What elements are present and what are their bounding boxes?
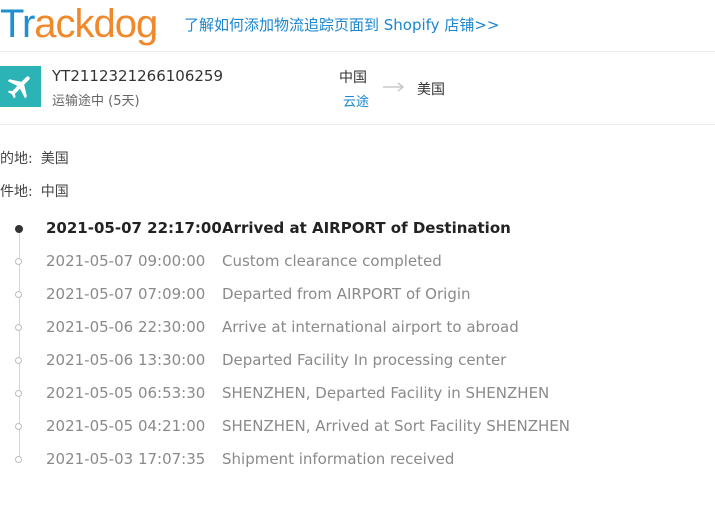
event-description: SHENZHEN, Arrived at Sort Facility SHENZ… xyxy=(222,417,571,435)
origin-label: 发件地: xyxy=(0,184,33,200)
timeline-event: 2021-05-07 22:17:00 Arrived at AIRPORT o… xyxy=(0,212,715,245)
event-time: 2021-05-05 04:21:00 xyxy=(46,417,206,435)
plane-icon xyxy=(0,66,41,107)
destination-country: 美国 xyxy=(417,82,445,98)
shipment-summary: YT2112321266106259 运输途中 (5天) 中国 云途 美国 xyxy=(0,52,715,125)
destination-label: 目的地: xyxy=(0,151,33,167)
trackdog-logo[interactable]: Trackdog xyxy=(0,2,158,46)
timeline-dot xyxy=(15,390,22,397)
timeline-dot xyxy=(15,291,22,298)
timeline-dot xyxy=(15,357,22,364)
event-time: 2021-05-07 22:17:00 xyxy=(46,219,222,237)
event-time: 2021-05-07 09:00:00 xyxy=(46,252,206,270)
timeline-event: 2021-05-07 07:09:00 Departed from AIRPOR… xyxy=(0,278,715,311)
destination-row: 目的地: 美国 xyxy=(0,148,69,168)
event-description: Arrive at international airport to abroa… xyxy=(222,318,519,336)
timeline-dot xyxy=(15,324,22,331)
timeline-dot xyxy=(15,456,22,463)
event-description: Shipment information received xyxy=(222,450,455,468)
event-time: 2021-05-06 13:30:00 xyxy=(46,351,206,369)
event-description: Departed from AIRPORT of Origin xyxy=(222,285,471,303)
event-time: 2021-05-03 17:07:35 xyxy=(46,450,206,468)
event-description: Arrived at AIRPORT of Destination xyxy=(222,219,511,237)
origin-row: 发件地: 中国 xyxy=(0,181,69,201)
timeline-dot xyxy=(15,258,22,265)
timeline-dot xyxy=(15,423,22,430)
header-bar: Trackdog 了解如何添加物流追踪页面到 Shopify 店铺>> xyxy=(0,0,715,52)
timeline-dot-active xyxy=(15,225,23,233)
logo-text-part2: ackdog xyxy=(34,2,158,46)
event-time: 2021-05-05 06:53:30 xyxy=(46,384,206,402)
tracking-number: YT2112321266106259 xyxy=(52,67,224,85)
timeline-event: 2021-05-07 09:00:00 Custom clearance com… xyxy=(0,245,715,278)
timeline-event: 2021-05-06 22:30:00 Arrive at internatio… xyxy=(0,311,715,344)
timeline-event: 2021-05-06 13:30:00 Departed Facility In… xyxy=(0,344,715,377)
arrow-right-icon xyxy=(383,82,405,92)
event-description: Custom clearance completed xyxy=(222,252,442,270)
logo-text-part1: Tr xyxy=(0,2,35,46)
origin-value: 中国 xyxy=(40,184,69,200)
event-time: 2021-05-06 22:30:00 xyxy=(46,318,206,336)
timeline-event: 2021-05-05 04:21:00 SHENZHEN, Arrived at… xyxy=(0,410,715,443)
event-description: Departed Facility In processing center xyxy=(222,351,507,369)
timeline-event: 2021-05-05 06:53:30 SHENZHEN, Departed F… xyxy=(0,377,715,410)
carrier-link[interactable]: 云途 xyxy=(343,91,369,110)
timeline-event: 2021-05-03 17:07:35 Shipment information… xyxy=(0,443,715,476)
shopify-guide-link[interactable]: 了解如何添加物流追踪页面到 Shopify 店铺>> xyxy=(184,14,499,35)
event-time: 2021-05-07 07:09:00 xyxy=(46,285,206,303)
origin-country: 中国 xyxy=(339,70,367,86)
event-description: SHENZHEN, Departed Facility in SHENZHEN xyxy=(222,384,550,402)
destination-value: 美国 xyxy=(40,151,69,167)
shipment-status: 运输途中 (5天) xyxy=(52,94,140,109)
